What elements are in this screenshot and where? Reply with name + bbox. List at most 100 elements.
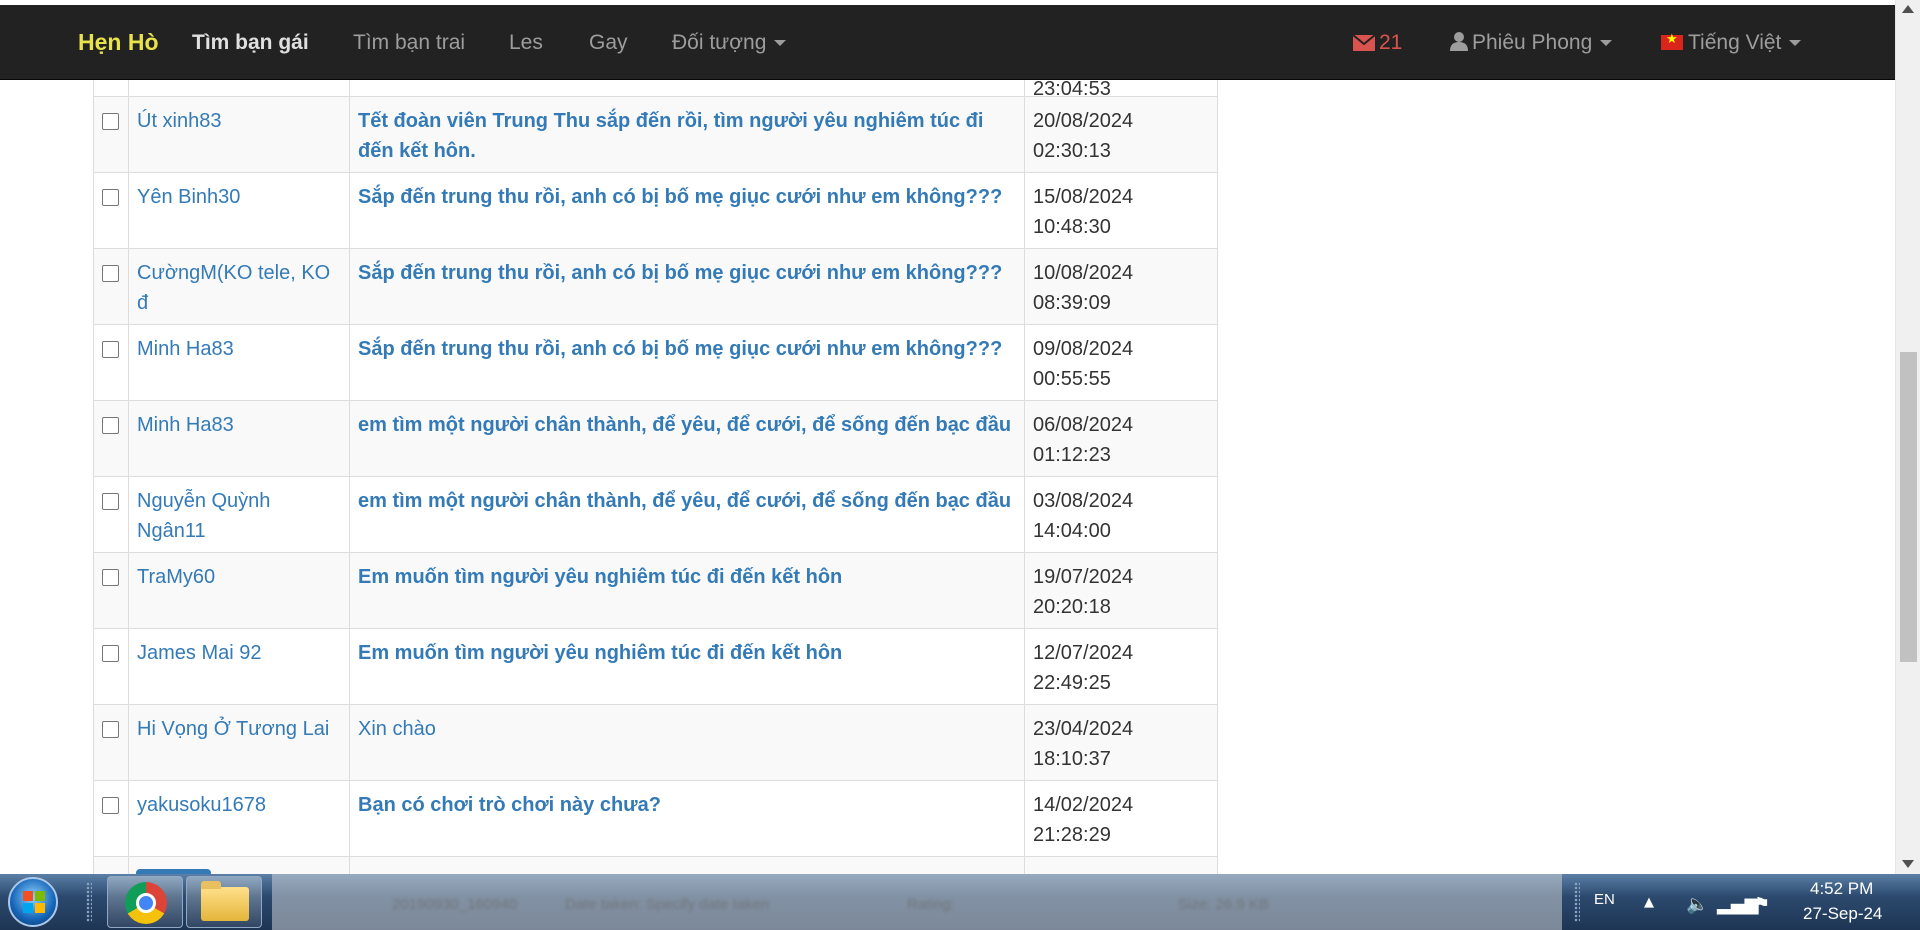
subject-link[interactable]: Sắp đến trung thu rồi, anh có bị bố mẹ g…: [358, 186, 1002, 208]
row-checkbox[interactable]: [102, 645, 119, 662]
time-text: 14:04:00: [1033, 520, 1111, 542]
row-checkbox[interactable]: [102, 341, 119, 358]
show-hidden-icons-icon[interactable]: ▲: [1644, 895, 1654, 910]
date-text: 03/08/2024: [1033, 490, 1134, 512]
row-checkbox[interactable]: [102, 797, 119, 814]
site-brand[interactable]: Hẹn Hò: [78, 29, 159, 56]
subject-link[interactable]: em tìm một người chân thành, để yêu, để …: [358, 490, 1011, 512]
row-checkbox[interactable]: [102, 721, 119, 738]
table-row[interactable]: Hi Vọng Ở Tương Lai Xin chào 23/04/2024 1…: [93, 704, 1218, 781]
time-text: 01:12:23: [1033, 444, 1111, 466]
table-row[interactable]: yakusoku1678 Bạn có chơi trò chơi này ch…: [93, 780, 1218, 857]
subject-link[interactable]: Em muốn tìm người yêu nghiêm túc đi đến …: [358, 566, 842, 588]
nav-find-girlfriend[interactable]: Tìm bạn gái: [192, 31, 309, 55]
blurred-label: Rating:: [907, 896, 955, 913]
nav-audience-label: Đối tượng: [672, 31, 767, 54]
chrome-icon: [125, 882, 167, 924]
table-row[interactable]: Út xinh83 Tết đoàn viên Trung Thu sắp đế…: [93, 96, 1218, 173]
envelope-icon: [1352, 34, 1376, 51]
time-text: 21:28:29: [1033, 824, 1111, 846]
action-center-flag-icon[interactable]: ⚑: [1754, 894, 1770, 915]
subject-link[interactable]: Sắp đến trung thu rồi, anh có bị bố mẹ g…: [358, 338, 1002, 360]
time-text: 08:39:09: [1033, 292, 1111, 314]
row-checkbox[interactable]: [102, 113, 119, 130]
table-row[interactable]: James Mai 92 Em muốn tìm người yêu nghiê…: [93, 628, 1218, 705]
windows-logo-icon: [23, 891, 45, 913]
table-row[interactable]: Nguyễn Quỳnh Ngân11 em tìm một người châ…: [93, 476, 1218, 553]
sender-link[interactable]: Út xinh83: [137, 110, 222, 132]
clock-time[interactable]: 4:52 PM: [1810, 879, 1873, 899]
subject-link[interactable]: em tìm một người chân thành, để yêu, để …: [358, 414, 1011, 436]
time-text: 18:10:37: [1033, 748, 1111, 770]
language-label: Tiếng Việt: [1688, 31, 1782, 54]
start-button[interactable]: [8, 877, 58, 927]
scroll-down-icon[interactable]: [1902, 860, 1914, 868]
vietnam-flag-icon: [1661, 32, 1683, 50]
sender-link[interactable]: Minh Ha83: [137, 338, 234, 360]
clock-date[interactable]: 27-Sep-24: [1803, 904, 1882, 924]
time-text: 22:49:25: [1033, 672, 1111, 694]
nav-find-boyfriend[interactable]: Tìm bạn trai: [353, 31, 465, 55]
volume-icon[interactable]: 🔈: [1686, 894, 1708, 915]
subject-link[interactable]: Bạn có chơi trò chơi này chưa?: [358, 794, 661, 816]
folder-icon: [201, 881, 249, 921]
user-name: Phiêu Phong: [1472, 31, 1593, 54]
nav-les[interactable]: Les: [509, 31, 543, 55]
row-checkbox[interactable]: [102, 569, 119, 586]
sender-link[interactable]: CườngM(KO tele, KO đ: [137, 262, 330, 314]
time-text: 02:30:13: [1033, 140, 1111, 162]
time-text: 00:55:55: [1033, 368, 1111, 390]
table-row: [93, 856, 1218, 874]
messages-table: 23:04:53 Út xinh83 Tết đoàn viên Trung T…: [93, 24, 1218, 874]
subject-link[interactable]: Em muốn tìm người yêu nghiêm túc đi đến …: [358, 642, 842, 664]
table-row[interactable]: Yên Binh30 Sắp đến trung thu rồi, anh có…: [93, 172, 1218, 249]
taskbar-explorer-button[interactable]: [186, 876, 262, 928]
table-row[interactable]: TraMy60 Em muốn tìm người yêu nghiêm túc…: [93, 552, 1218, 629]
windows-taskbar: 20190930_160940 Date taken: Specify date…: [0, 874, 1920, 930]
row-checkbox[interactable]: [102, 189, 119, 206]
scrollbar-thumb[interactable]: [1900, 352, 1917, 662]
blurred-label: Size: 26.9 KB: [1178, 896, 1269, 913]
sender-link[interactable]: James Mai 92: [137, 642, 262, 664]
blurred-filename: 20190930_160940: [392, 896, 518, 913]
sender-link[interactable]: yakusoku1678: [137, 794, 266, 816]
table-row[interactable]: Minh Ha83 em tìm một người chân thành, đ…: [93, 400, 1218, 477]
date-text: 10/08/2024: [1033, 262, 1134, 284]
user-icon: [1450, 32, 1468, 51]
date-text: 19/07/2024: [1033, 566, 1134, 588]
nav-messages[interactable]: 21: [1352, 31, 1402, 55]
browser-viewport: 23:04:53 Út xinh83 Tết đoàn viên Trung T…: [0, 0, 1920, 874]
date-text: 20/08/2024: [1033, 110, 1134, 132]
blurred-label: Date taken: Specify date taken: [565, 896, 770, 913]
date-text: 23/04/2024: [1033, 718, 1134, 740]
network-icon[interactable]: ▂▄▆: [1717, 894, 1759, 915]
row-checkbox[interactable]: [102, 417, 119, 434]
date-text: 12/07/2024: [1033, 642, 1134, 664]
sender-link[interactable]: Yên Binh30: [137, 186, 240, 208]
scroll-up-icon[interactable]: [1902, 5, 1914, 13]
subject-link[interactable]: Xin chào: [358, 718, 436, 740]
sender-link[interactable]: Minh Ha83: [137, 414, 234, 436]
taskbar-grip: [86, 882, 92, 922]
taskbar-grip: [1574, 882, 1580, 922]
subject-link[interactable]: Sắp đến trung thu rồi, anh có bị bố mẹ g…: [358, 262, 1002, 284]
sender-link[interactable]: Hi Vọng Ở Tương Lai: [137, 718, 329, 740]
vertical-scrollbar[interactable]: [1895, 0, 1920, 874]
nav-audience-dropdown[interactable]: Đối tượng: [672, 31, 787, 55]
table-row[interactable]: Minh Ha83 Sắp đến trung thu rồi, anh có …: [93, 324, 1218, 401]
row-checkbox[interactable]: [102, 265, 119, 282]
input-language[interactable]: EN: [1594, 891, 1615, 908]
nav-language-dropdown[interactable]: Tiếng Việt: [1661, 31, 1802, 55]
taskbar-chrome-button[interactable]: [107, 876, 183, 928]
date-text: 09/08/2024: [1033, 338, 1134, 360]
time-text: 20:20:18: [1033, 596, 1111, 618]
subject-link[interactable]: Tết đoàn viên Trung Thu sắp đến rồi, tìm…: [358, 110, 983, 162]
table-row[interactable]: CườngM(KO tele, KO đ Sắp đến trung thu r…: [93, 248, 1218, 325]
nav-user-dropdown[interactable]: Phiêu Phong: [1450, 31, 1613, 55]
row-checkbox[interactable]: [102, 493, 119, 510]
sender-link[interactable]: TraMy60: [137, 566, 215, 588]
sender-link[interactable]: Nguyễn Quỳnh Ngân11: [137, 490, 270, 542]
nav-gay[interactable]: Gay: [589, 31, 628, 55]
chevron-down-icon: [774, 40, 787, 47]
date-text: 14/02/2024: [1033, 794, 1134, 816]
